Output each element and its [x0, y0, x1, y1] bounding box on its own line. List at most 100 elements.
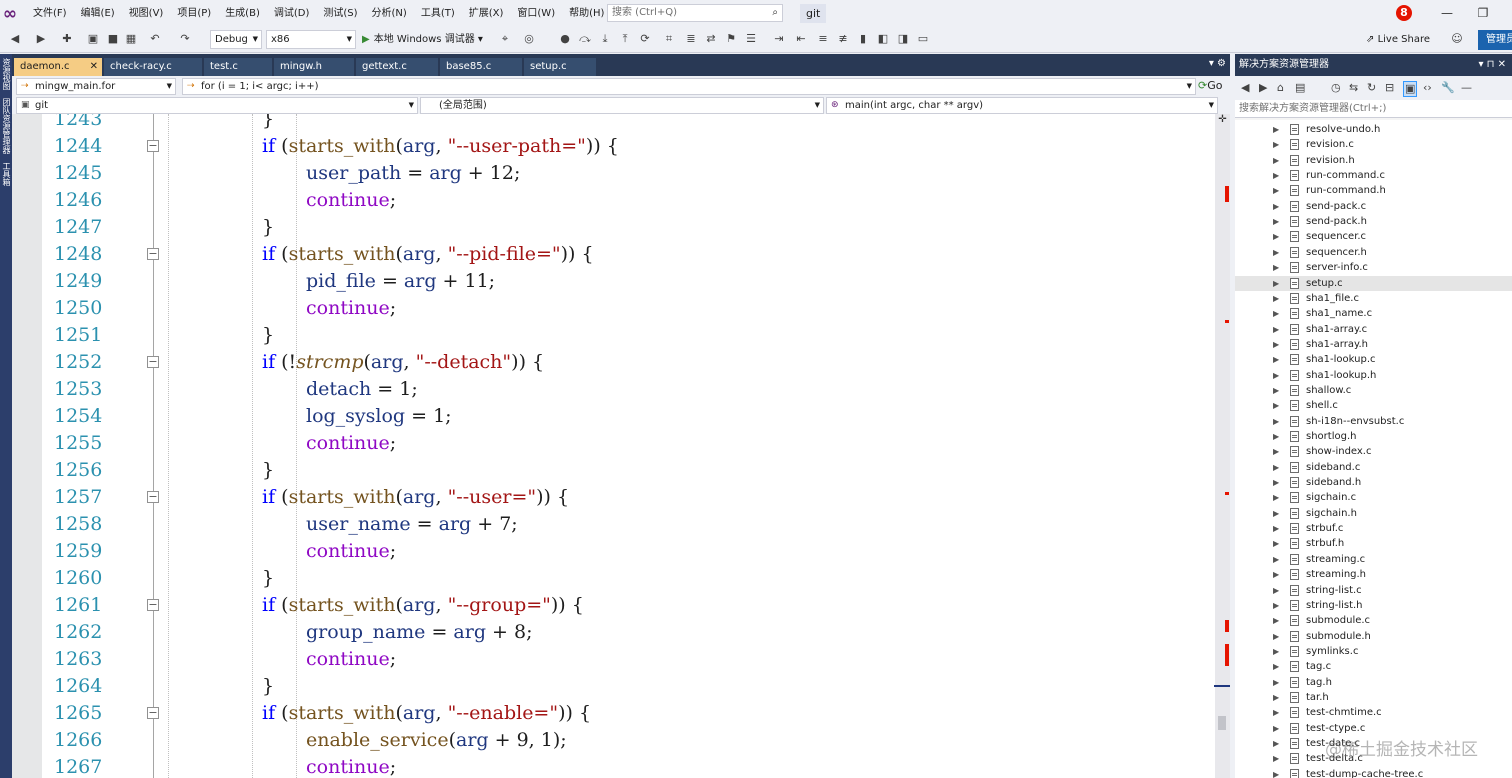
code-line[interactable]: 1261− if (starts_with(arg, "--group=")) { — [12, 592, 1215, 619]
tree-file-item[interactable]: ▶ run-command.c — [1235, 168, 1512, 183]
tree-file-item[interactable]: ▶ tag.c — [1235, 659, 1512, 674]
comment-icon[interactable]: ☰ — [744, 32, 758, 46]
document-tab[interactable]: base85.c — [440, 58, 522, 76]
document-tab[interactable]: check-racy.c — [104, 58, 202, 76]
project-combo[interactable]: ▣ git ▼ — [16, 97, 418, 114]
bookmark-prev-icon[interactable]: ◧ — [876, 32, 890, 46]
tree-file-item[interactable]: ▶ sequencer.h — [1235, 245, 1512, 260]
tab-overflow-icon[interactable]: ▾ ⚙ — [1209, 58, 1226, 69]
expand-chevron-icon[interactable]: ▶ — [1273, 153, 1279, 168]
expand-chevron-icon[interactable]: ▶ — [1273, 368, 1279, 383]
error-marker[interactable] — [1225, 620, 1229, 632]
back-icon[interactable]: ◀ — [1241, 81, 1249, 95]
expand-chevron-icon[interactable]: ▶ — [1273, 613, 1279, 628]
code-line[interactable]: 1246 continue; — [12, 187, 1215, 214]
configuration-select[interactable]: Debug ▼ — [210, 30, 262, 49]
properties-icon[interactable]: 🔧 — [1441, 81, 1455, 95]
outdent-icon[interactable]: ⇤ — [794, 32, 808, 46]
collapse-region-icon[interactable]: − — [147, 491, 159, 503]
menu-item[interactable]: 测试(S) — [316, 0, 364, 27]
expand-chevron-icon[interactable]: ▶ — [1273, 260, 1279, 275]
tree-file-item[interactable]: ▶ submodule.h — [1235, 629, 1512, 644]
tree-file-item[interactable]: ▶ streaming.c — [1235, 552, 1512, 567]
tree-file-item[interactable]: ▶ tag.h — [1235, 675, 1512, 690]
collapse-region-icon[interactable]: − — [147, 707, 159, 719]
restart-icon[interactable]: ⟳ — [638, 32, 652, 46]
document-tab[interactable]: test.c — [204, 58, 272, 76]
tree-file-item[interactable]: ▶ symlinks.c — [1235, 644, 1512, 659]
expand-chevron-icon[interactable]: ▶ — [1273, 276, 1279, 291]
menu-item[interactable]: 工具(T) — [414, 0, 462, 27]
error-marker[interactable] — [1225, 492, 1229, 495]
left-strip-tab[interactable]: 团队资源管理器 — [0, 94, 12, 158]
feedback-icon[interactable]: ☺ — [1450, 32, 1464, 46]
tree-file-item[interactable]: ▶ sha1_file.c — [1235, 291, 1512, 306]
code-line[interactable]: 1245 user_path = arg + 12; — [12, 160, 1215, 187]
menu-item[interactable]: 视图(V) — [122, 0, 171, 27]
indent-icon[interactable]: ⇥ — [772, 32, 786, 46]
tree-file-item[interactable]: ▶ shell.c — [1235, 398, 1512, 413]
live-share-button[interactable]: ⇗ Live Share — [1366, 32, 1430, 47]
pending-changes-filter-icon[interactable]: ◷ — [1331, 81, 1341, 95]
expand-chevron-icon[interactable]: ▶ — [1273, 429, 1279, 444]
error-marker[interactable] — [1225, 644, 1229, 666]
hex-display-icon[interactable]: ⌗ — [662, 32, 676, 46]
tree-file-item[interactable]: ▶ revision.c — [1235, 137, 1512, 152]
redo-icon[interactable]: ↷ — [178, 32, 192, 46]
scope-combo[interactable]: (全局范围) ▼ — [420, 97, 824, 114]
view-code-icon[interactable]: ‹› — [1423, 81, 1432, 95]
step-into-icon[interactable]: ⤓ — [598, 32, 612, 46]
code-line[interactable]: 1254 log_syslog = 1; — [12, 403, 1215, 430]
expand-chevron-icon[interactable]: ▶ — [1273, 444, 1279, 459]
expand-chevron-icon[interactable]: ▶ — [1273, 536, 1279, 551]
bookmark-set-icon[interactable]: ▮ — [856, 32, 870, 46]
tree-file-item[interactable]: ▶ strbuf.h — [1235, 536, 1512, 551]
document-tab[interactable]: mingw.h — [274, 58, 354, 76]
tree-file-item[interactable]: ▶ shortlog.h — [1235, 429, 1512, 444]
show-all-files-icon[interactable]: ▣ — [1403, 81, 1418, 97]
maximize-button[interactable]: ❐ — [1468, 2, 1498, 24]
code-line[interactable]: 1266 enable_service(arg + 9, 1); — [12, 727, 1215, 754]
expand-chevron-icon[interactable]: ▶ — [1273, 552, 1279, 567]
undo-icon[interactable]: ↶ — [148, 32, 162, 46]
tree-file-item[interactable]: ▶ test-dump-cache-tree.c — [1235, 767, 1512, 778]
tree-file-item[interactable]: ▶ shallow.c — [1235, 383, 1512, 398]
tree-file-item[interactable]: ▶ sha1-lookup.h — [1235, 368, 1512, 383]
expand-chevron-icon[interactable]: ▶ — [1273, 690, 1279, 705]
document-tab[interactable]: daemon.c ✕ — [14, 58, 102, 76]
expand-chevron-icon[interactable]: ▶ — [1273, 337, 1279, 352]
tree-file-item[interactable]: ▶ sh-i18n--envsubst.c — [1235, 414, 1512, 429]
menu-item[interactable]: 项目(P) — [170, 0, 218, 27]
code-line[interactable]: 1248− if (starts_with(arg, "--pid-file=")… — [12, 241, 1215, 268]
platform-select[interactable]: x86 ▼ — [266, 30, 356, 49]
tree-file-item[interactable]: ▶ test-ctype.c — [1235, 721, 1512, 736]
expand-chevron-icon[interactable]: ▶ — [1273, 383, 1279, 398]
code-line[interactable]: 1256} — [12, 457, 1215, 484]
code-line[interactable]: 1257− if (starts_with(arg, "--user=")) { — [12, 484, 1215, 511]
tree-file-item[interactable]: ▶ server-info.c — [1235, 260, 1512, 275]
bookmark-next-icon[interactable]: ◨ — [896, 32, 910, 46]
code-line[interactable]: 1263 continue; — [12, 646, 1215, 673]
tree-file-item[interactable]: ▶ sha1-array.h — [1235, 337, 1512, 352]
tree-file-item[interactable]: ▶ sha1_name.c — [1235, 306, 1512, 321]
tree-file-item[interactable]: ▶ submodule.c — [1235, 613, 1512, 628]
tree-file-item[interactable]: ▶ sha1-lookup.c — [1235, 352, 1512, 367]
menu-item[interactable]: 调试(D) — [267, 0, 317, 27]
tree-file-item[interactable]: ▶ string-list.h — [1235, 598, 1512, 613]
collapse-region-icon[interactable]: − — [147, 599, 159, 611]
error-marker[interactable] — [1225, 320, 1229, 323]
tree-file-item[interactable]: ▶ sideband.c — [1235, 460, 1512, 475]
left-strip-tab[interactable]: 工具箱 — [0, 158, 12, 190]
expand-chevron-icon[interactable]: ▶ — [1273, 490, 1279, 505]
tree-file-item[interactable]: ▶ resolve-undo.h — [1235, 122, 1512, 137]
code-line[interactable]: 1267 continue; — [12, 754, 1215, 778]
panel-controls-icon[interactable]: ▾ ⊓ ✕ — [1478, 54, 1506, 76]
expand-chevron-icon[interactable]: ▶ — [1273, 751, 1279, 766]
tree-file-item[interactable]: ▶ send-pack.c — [1235, 199, 1512, 214]
comment-lines-icon[interactable]: ≡ — [816, 32, 830, 46]
expand-chevron-icon[interactable]: ▶ — [1273, 598, 1279, 613]
scrollbar-thumb[interactable] — [1218, 716, 1226, 730]
save-icon[interactable]: ■ — [106, 32, 120, 46]
expand-chevron-icon[interactable]: ▶ — [1273, 398, 1279, 413]
forward-navigate-icon[interactable]: ▶ — [34, 32, 48, 46]
